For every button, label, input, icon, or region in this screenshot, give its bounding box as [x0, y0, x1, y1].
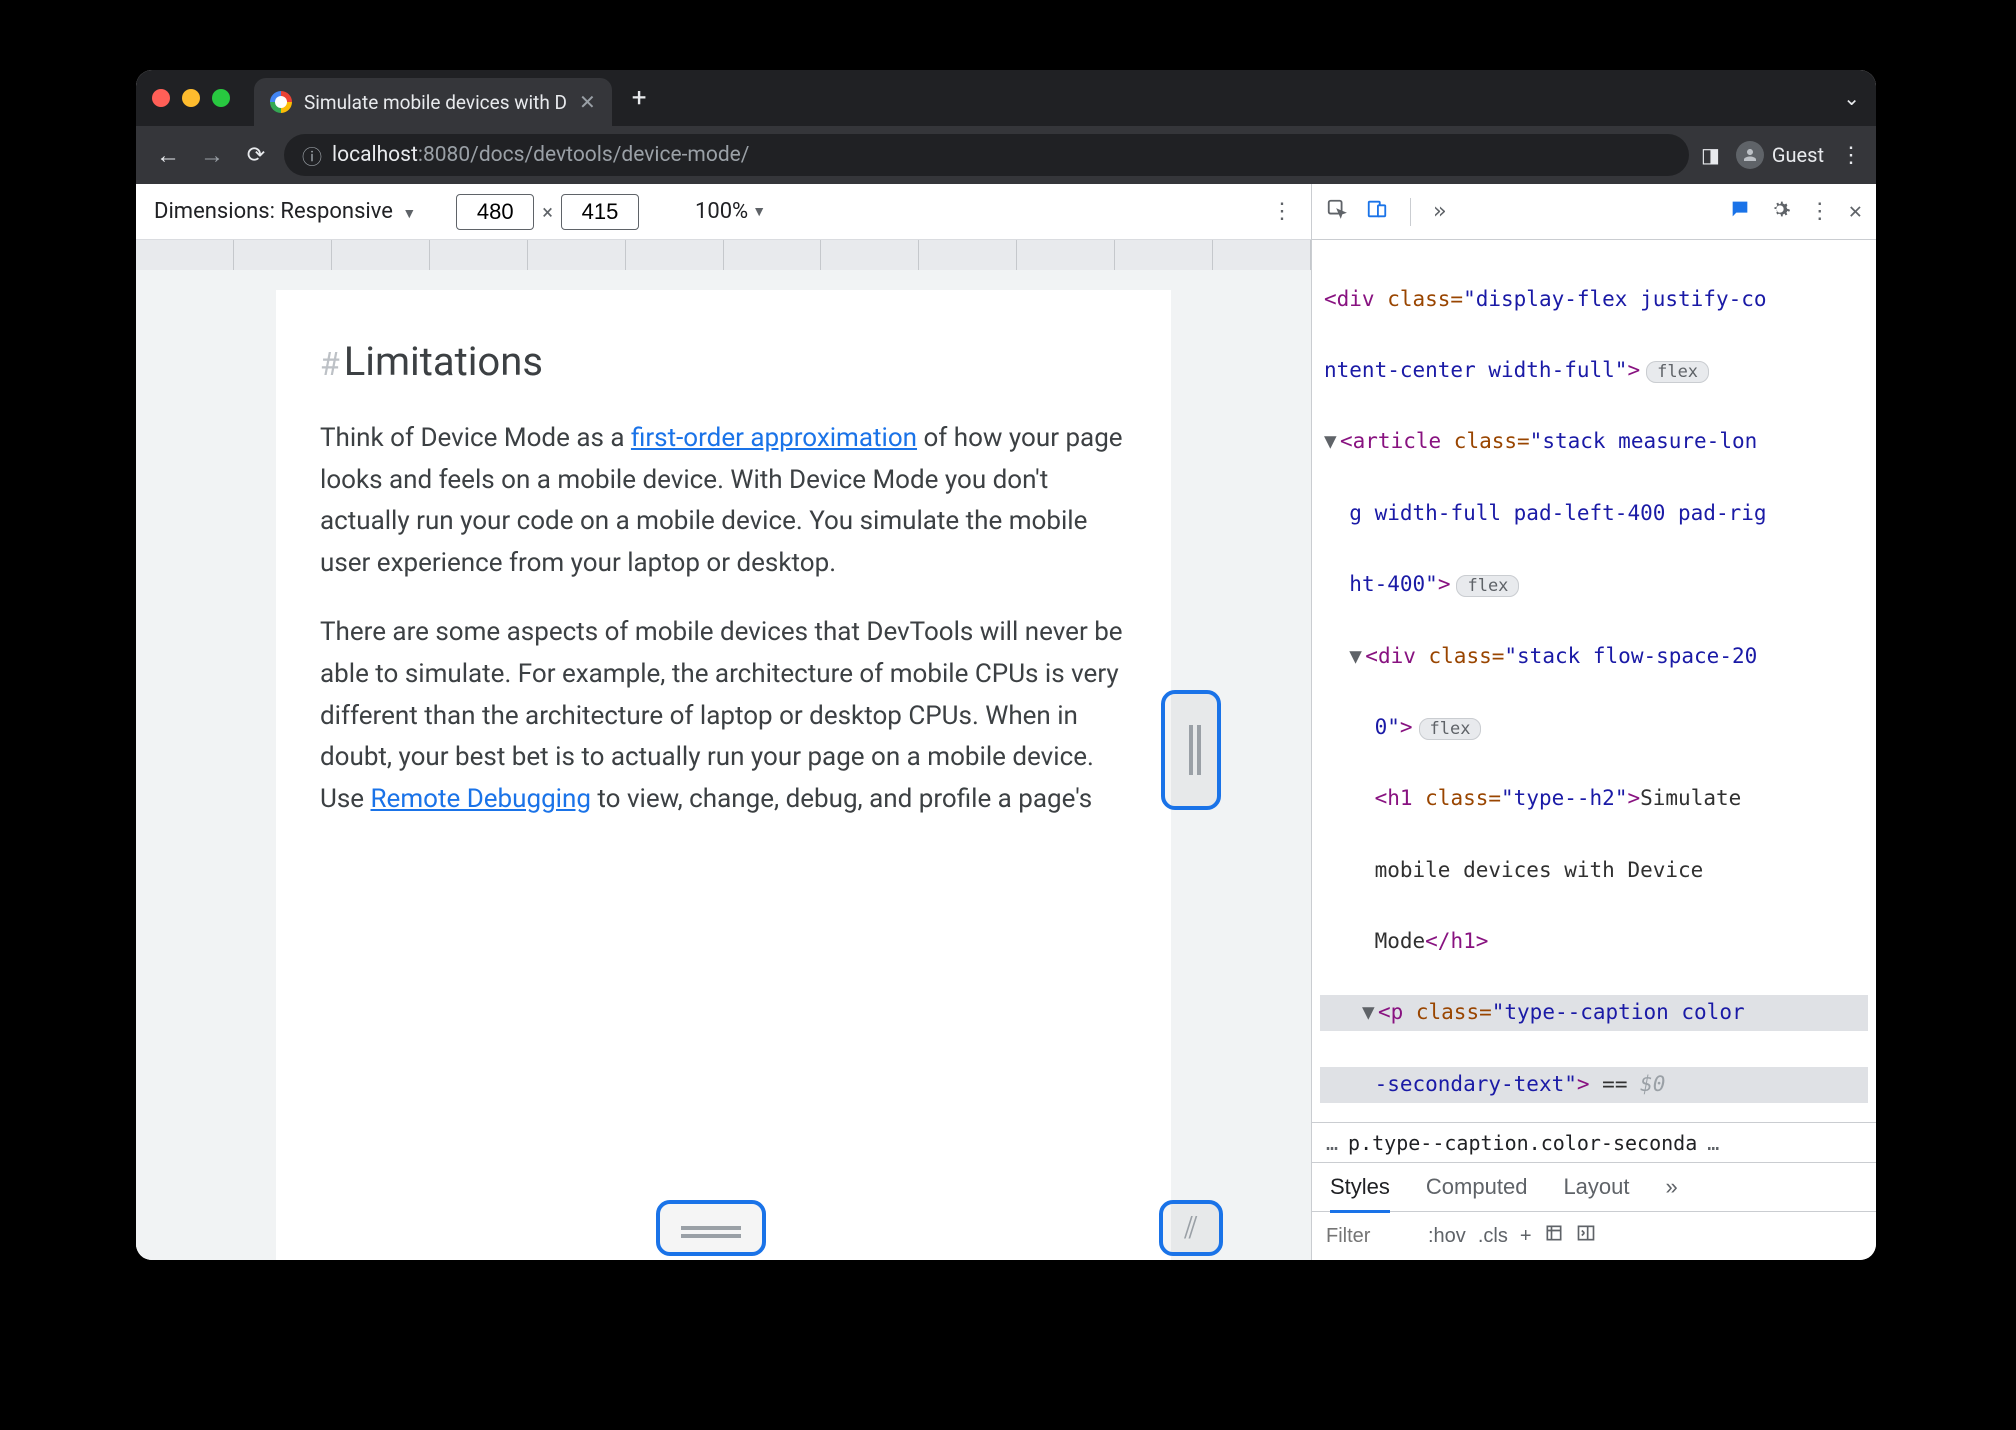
devtools-panel: » ⋮ ✕ <div class="display-flex justify-c… [1311, 184, 1876, 1260]
browser-tab[interactable]: Simulate mobile devices with D ✕ [254, 78, 612, 126]
url-text: localhost:8080/docs/devtools/device-mode… [332, 143, 749, 167]
computed-styles-icon[interactable] [1544, 1223, 1564, 1249]
browser-menu-icon[interactable]: ⋮ [1840, 143, 1860, 168]
styles-filter-bar: :hov .cls + [1312, 1212, 1876, 1260]
back-button[interactable]: ← [152, 141, 184, 170]
page-heading: #Limitations [320, 330, 1127, 394]
toolbar-right: ◨ Guest ⋮ [1701, 141, 1860, 169]
device-toolbar: Dimensions: Responsive ▼ × 100% ▼ ⋮ [136, 184, 1311, 240]
resize-handle-bottom[interactable] [656, 1200, 766, 1256]
profile-label: Guest [1772, 143, 1824, 167]
window-maximize-button[interactable] [212, 89, 230, 107]
crumb-dots[interactable]: … [1326, 1131, 1338, 1155]
browser-window: Simulate mobile devices with D ✕ + ⌄ ← →… [136, 70, 1876, 1260]
tab-more-icon[interactable]: » [1666, 1174, 1678, 1200]
ruler [136, 240, 1311, 270]
times-label: × [542, 200, 553, 224]
width-input[interactable] [456, 194, 534, 230]
dom-tree[interactable]: <div class="display-flex justify-co nten… [1312, 240, 1876, 1122]
profile-button[interactable]: Guest [1736, 141, 1824, 169]
omnibox[interactable]: ⓘ localhost:8080/docs/devtools/device-mo… [284, 134, 1689, 176]
tab-close-icon[interactable]: ✕ [579, 90, 596, 114]
url-bar: ← → ⟳ ⓘ localhost:8080/docs/devtools/dev… [136, 126, 1876, 184]
resize-handle-right[interactable] [1161, 690, 1221, 810]
new-tab-button[interactable]: + [632, 83, 647, 113]
tab-layout[interactable]: Layout [1563, 1174, 1629, 1200]
tab-bar: Simulate mobile devices with D ✕ + ⌄ [136, 70, 1876, 126]
page-content[interactable]: #Limitations Think of Device Mode as a f… [276, 290, 1171, 1260]
reload-button[interactable]: ⟳ [240, 143, 272, 168]
tab-title: Simulate mobile devices with D [304, 91, 567, 114]
cls-button[interactable]: .cls [1478, 1225, 1508, 1248]
styles-filter-input[interactable] [1326, 1225, 1416, 1248]
avatar-icon [1736, 141, 1764, 169]
side-panel-icon[interactable]: ◨ [1701, 143, 1720, 167]
paragraph-1: Think of Device Mode as a first-order ap… [320, 418, 1127, 584]
simulated-viewport: #Limitations Think of Device Mode as a f… [136, 270, 1311, 1260]
tab-styles[interactable]: Styles [1330, 1174, 1390, 1213]
resize-handle-corner[interactable] [1159, 1200, 1223, 1256]
dom-breadcrumbs[interactable]: … p.type--caption.color-seconda … [1312, 1122, 1876, 1162]
zoom-dropdown[interactable]: 100% ▼ [695, 199, 766, 224]
height-input[interactable] [561, 194, 639, 230]
settings-icon[interactable] [1769, 198, 1791, 226]
anchor-hash-icon[interactable]: # [320, 345, 340, 383]
forward-button[interactable]: → [196, 141, 228, 170]
devtools-menu-icon[interactable]: ⋮ [1809, 199, 1831, 224]
chrome-favicon-icon [270, 91, 292, 113]
traffic-lights [152, 89, 230, 107]
devtools-close-icon[interactable]: ✕ [1849, 199, 1862, 224]
crumb-current[interactable]: p.type--caption.color-seconda [1348, 1131, 1697, 1155]
device-more-icon[interactable]: ⋮ [1271, 199, 1293, 224]
hov-button[interactable]: :hov [1428, 1225, 1466, 1248]
inspect-element-icon[interactable] [1326, 198, 1348, 226]
new-style-rule-icon[interactable]: + [1520, 1225, 1532, 1248]
dimensions-dropdown[interactable]: Dimensions: Responsive ▼ [154, 199, 416, 224]
content-area: Dimensions: Responsive ▼ × 100% ▼ ⋮ #Lim… [136, 184, 1876, 1260]
site-info-icon[interactable]: ⓘ [302, 141, 322, 170]
devtools-toolbar: » ⋮ ✕ [1312, 184, 1876, 240]
dimensions-inputs: × [456, 194, 639, 230]
issues-icon[interactable] [1729, 198, 1751, 226]
paragraph-2: There are some aspects of mobile devices… [320, 612, 1127, 820]
styles-tabs: Styles Computed Layout » [1312, 1162, 1876, 1212]
device-mode-pane: Dimensions: Responsive ▼ × 100% ▼ ⋮ #Lim… [136, 184, 1311, 1260]
crumb-more[interactable]: … [1707, 1131, 1719, 1155]
device-toggle-icon[interactable] [1366, 198, 1388, 226]
window-close-button[interactable] [152, 89, 170, 107]
more-tabs-icon[interactable]: » [1433, 199, 1446, 224]
tab-computed[interactable]: Computed [1426, 1174, 1528, 1200]
window-minimize-button[interactable] [182, 89, 200, 107]
tabs-dropdown-icon[interactable]: ⌄ [1843, 86, 1860, 110]
link-remote-debugging[interactable]: Remote Debugging [371, 784, 591, 814]
link-first-order[interactable]: first-order approximation [631, 423, 917, 453]
toggle-sidebar-icon[interactable] [1576, 1223, 1596, 1249]
